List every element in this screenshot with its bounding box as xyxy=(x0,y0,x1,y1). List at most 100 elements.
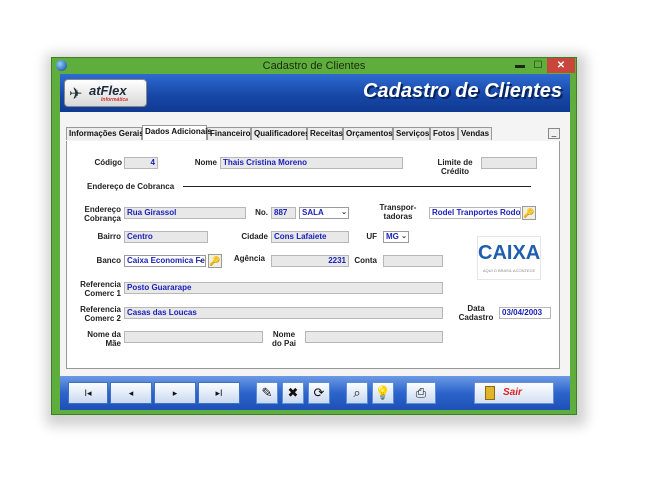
nome-pai-label: Nome do Pai xyxy=(267,330,301,348)
numero-field[interactable]: 887 xyxy=(271,207,296,219)
bottom-toolbar: I◂ ◂ ▸ ▸I ✎ ✖ ⟳ ⌕ 💡 ⎙ Sair xyxy=(60,376,570,410)
chevron-down-icon: ⌄ xyxy=(341,209,347,216)
tab-minimize-button[interactable]: _ xyxy=(548,128,560,139)
maximize-button[interactable]: ☐ xyxy=(529,58,547,73)
window-title: Cadastro de Clientes xyxy=(262,60,366,72)
ref-comerc1-label: Referencia Comerc 1 xyxy=(71,280,121,298)
client-area: ✈ atFlex Informática Cadastro de Cliente… xyxy=(60,74,570,410)
printer-icon[interactable]: ⎙ xyxy=(406,382,436,404)
tab-fotos[interactable]: Fotos xyxy=(430,127,458,140)
first-record-button[interactable]: I◂ xyxy=(68,382,108,404)
logo-subtext: Informática xyxy=(101,97,128,103)
bank-logo-tagline: AQUI O BRASIL ACONTECE xyxy=(482,268,536,273)
exit-button-label: Sair xyxy=(503,387,522,398)
tab-vendas[interactable]: Vendas xyxy=(458,127,492,140)
atflex-logo: ✈ atFlex Informática xyxy=(64,79,147,107)
conta-field[interactable] xyxy=(383,255,443,267)
tab-strip: Informações Gerais Dados Adicionais Fina… xyxy=(66,125,560,142)
banco-select[interactable]: Caixa Economica Fed ⌄ xyxy=(124,255,206,267)
limite-label-line2: Crédito xyxy=(441,167,469,176)
transportadora-lookup-icon[interactable]: 🔑 xyxy=(522,206,536,220)
edit-record-icon[interactable]: ✎ xyxy=(256,382,278,404)
data-label-line1: Data xyxy=(467,304,485,313)
door-exit-icon xyxy=(485,386,495,400)
uf-value: MG xyxy=(386,232,399,241)
endereco-label-line1: Endereço xyxy=(84,205,121,214)
tab-orcamentos[interactable]: Orçamentos xyxy=(343,127,393,140)
last-record-button[interactable]: ▸I xyxy=(198,382,240,404)
transp-label-line2: tadoras xyxy=(383,212,413,221)
cidade-label: Cidade xyxy=(241,232,268,241)
transportadora-field[interactable]: Rodel Tranportes Rodoviá xyxy=(429,207,521,219)
endereco-label-line2: Cobrança xyxy=(84,214,121,223)
ref1-label-line2: Comerc 1 xyxy=(84,289,121,298)
transp-label-line1: Transpor- xyxy=(379,203,417,212)
bank-logo: CAIXA AQUI O BRASIL ACONTECE xyxy=(477,236,541,280)
data-cadastro-label: Data Cadastro xyxy=(457,304,495,322)
tab-qualificadores[interactable]: Qualificadores xyxy=(251,127,310,140)
previous-record-button[interactable]: ◂ xyxy=(110,382,152,404)
uf-label: UF xyxy=(366,232,377,241)
cidade-field[interactable]: Cons Lafaiete xyxy=(271,231,349,243)
tab-dados-adicionais[interactable]: Dados Adicionais xyxy=(142,125,212,140)
chevron-down-icon: ⌄ xyxy=(401,233,407,240)
ref-comerc2-field[interactable]: Casas das Loucas xyxy=(124,307,443,319)
header-banner: ✈ atFlex Informática Cadastro de Cliente… xyxy=(60,74,570,112)
chevron-down-icon: ⌄ xyxy=(198,257,204,264)
ref-comerc2-label: Referencia Comerc 2 xyxy=(71,305,121,323)
bairro-field[interactable]: Centro xyxy=(124,231,208,243)
bank-logo-name: CAIXA xyxy=(478,242,541,264)
nome-label: Nome xyxy=(194,158,217,167)
codigo-label: Código xyxy=(94,158,122,167)
mae-label-line2: Mãe xyxy=(105,339,121,348)
endereco-cobranca-section: Endereço de Cobranca xyxy=(87,182,175,191)
banner-title: Cadastro de Clientes xyxy=(363,80,562,102)
tab-informacoes-gerais[interactable]: Informações Gerais xyxy=(66,127,144,140)
app-window: Cadastro de Clientes ▬ ☐ ✕ ✈ atFlex Info… xyxy=(51,57,577,415)
nome-field[interactable]: Thais Cristina Moreno xyxy=(220,157,403,169)
nome-mae-field[interactable] xyxy=(124,331,263,343)
exit-button[interactable]: Sair xyxy=(474,382,554,404)
endereco-field[interactable]: Rua Girassol xyxy=(124,207,246,219)
nome-pai-field[interactable] xyxy=(305,331,443,343)
search-icon[interactable]: ⌕ xyxy=(346,382,368,404)
agencia-label: Agência xyxy=(233,254,265,263)
delete-record-icon[interactable]: ✖ xyxy=(282,382,304,404)
tab-receitas[interactable]: Receitas xyxy=(307,127,343,140)
ref-comerc1-field[interactable]: Posto Guararape xyxy=(124,282,443,294)
data-cadastro-field[interactable]: 03/04/2003 xyxy=(499,307,551,319)
close-button[interactable]: ✕ xyxy=(547,58,575,73)
mae-label-line1: Nome da xyxy=(87,330,121,339)
pai-label-line1: Nome xyxy=(272,330,296,339)
next-record-button[interactable]: ▸ xyxy=(154,382,196,404)
codigo-field[interactable]: 4 xyxy=(124,157,158,169)
limite-label-line1: Limite de xyxy=(437,158,473,167)
limite-credito-field[interactable] xyxy=(481,157,537,169)
conta-label: Conta xyxy=(354,256,377,265)
uf-select[interactable]: MG ⌄ xyxy=(383,231,409,243)
lightbulb-icon[interactable]: 💡 xyxy=(372,382,394,404)
numero-label: No. xyxy=(255,208,268,217)
minimize-button[interactable]: ▬ xyxy=(511,58,529,73)
endereco-cobranca-label: Endereço Cobrança xyxy=(73,205,121,223)
transportadoras-label: Transpor- tadoras xyxy=(375,203,421,221)
tab-servicos[interactable]: Serviços xyxy=(393,127,430,140)
banco-label: Banco xyxy=(96,256,121,265)
title-bar[interactable]: Cadastro de Clientes ▬ ☐ ✕ xyxy=(52,58,576,74)
banco-value: Caixa Economica Fed xyxy=(127,256,206,265)
pai-label-line2: do Pai xyxy=(271,339,296,348)
agencia-field[interactable]: 2231 xyxy=(271,255,349,267)
dados-adicionais-panel: Código 4 Nome Thais Cristina Moreno Limi… xyxy=(66,141,560,369)
limite-credito-label: Limite de Crédito xyxy=(435,158,475,176)
complemento-select[interactable]: SALA ⌄ xyxy=(299,207,349,219)
data-label-line2: Cadastro xyxy=(458,313,494,322)
complemento-value: SALA xyxy=(302,208,324,217)
section-divider xyxy=(183,186,531,187)
banco-lookup-icon[interactable]: 🔑 xyxy=(208,254,222,268)
logo-text: atFlex xyxy=(89,83,127,98)
ref2-label-line1: Referencia xyxy=(80,305,121,314)
refresh-icon[interactable]: ⟳ xyxy=(308,382,330,404)
ref1-label-line1: Referencia xyxy=(80,280,121,289)
tab-financeiro[interactable]: Financeiro xyxy=(207,127,251,140)
ref2-label-line2: Comerc 2 xyxy=(84,314,121,323)
